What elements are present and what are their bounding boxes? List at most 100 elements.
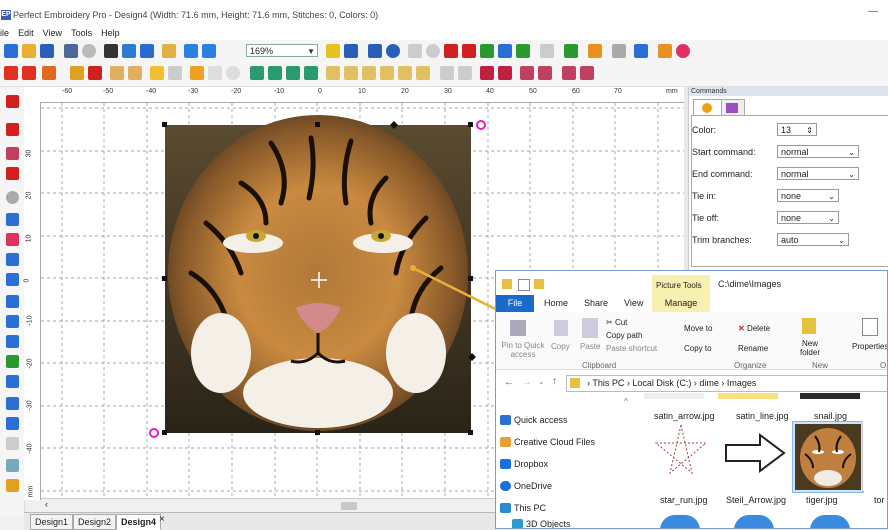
menu-tools[interactable]: Tools [71, 26, 92, 40]
file-name[interactable]: star_run.jpg [660, 495, 708, 505]
file-thumb[interactable] [862, 421, 887, 491]
pin-icon[interactable] [510, 320, 526, 336]
info-icon[interactable] [386, 44, 400, 58]
align-2-icon[interactable] [344, 66, 358, 80]
pencil-icon[interactable] [498, 44, 512, 58]
align-icon[interactable] [326, 66, 340, 80]
zigzag-icon[interactable] [408, 44, 422, 58]
forward-arrow-icon[interactable]: → [522, 377, 532, 388]
menu-edit[interactable]: Edit [18, 26, 34, 40]
paste-shortcut-button[interactable]: Paste shortcut [606, 344, 657, 353]
file-name[interactable]: satin_arrow.jpg [654, 411, 715, 421]
preview-icon[interactable] [82, 44, 96, 58]
monogram-icon[interactable] [22, 66, 36, 80]
flip-icon[interactable] [268, 66, 282, 80]
close-tab-icon[interactable]: × [159, 514, 165, 525]
end-command-select[interactable]: normal ⌄ [777, 167, 859, 180]
star-run-thumbnail[interactable] [648, 421, 714, 485]
tie-off-select[interactable]: none ⌄ [777, 211, 839, 224]
hand-icon[interactable] [6, 213, 19, 226]
angle-icon[interactable] [6, 375, 19, 388]
green-tool-icon[interactable] [6, 355, 19, 368]
new-folder-icon[interactable] [534, 279, 544, 289]
nav-onedrive[interactable]: OneDrive [514, 481, 552, 491]
fill-tool-icon[interactable] [6, 295, 19, 308]
file-thumb[interactable] [800, 393, 860, 399]
crumb-dime[interactable]: dime [699, 378, 719, 388]
paste-special-icon[interactable] [162, 44, 176, 58]
tab-share[interactable]: Share [584, 295, 608, 312]
palette-icon[interactable] [658, 44, 672, 58]
tab-file[interactable]: File [496, 295, 534, 312]
measure-icon[interactable] [6, 397, 19, 410]
scroll-left-icon[interactable]: ‹ [45, 499, 48, 509]
frame-icon[interactable] [150, 66, 164, 80]
circle-icon[interactable] [226, 66, 240, 80]
tab-palette[interactable] [721, 99, 745, 116]
ie-icon[interactable] [660, 515, 700, 528]
horizontal-scrollbar[interactable]: ‹ [41, 498, 496, 513]
pattern-icon[interactable] [208, 66, 222, 80]
shape-icon[interactable] [42, 66, 56, 80]
order-4-icon[interactable] [580, 66, 594, 80]
zoom-select[interactable]: 169% ▼ [246, 44, 318, 57]
tab-design2[interactable]: Design2 [73, 514, 117, 530]
tab-view[interactable]: View [624, 295, 643, 312]
align-4-icon[interactable] [380, 66, 394, 80]
crop-icon[interactable] [168, 66, 182, 80]
rotate-2-icon[interactable] [304, 66, 318, 80]
align-5-icon[interactable] [398, 66, 412, 80]
order-icon[interactable] [520, 66, 534, 80]
tab-commands[interactable] [693, 99, 723, 116]
menu-file[interactable]: ile [0, 26, 9, 40]
group-icon[interactable] [480, 66, 494, 80]
spinner-icon[interactable]: ⇕ [806, 124, 813, 137]
trim-branches-select[interactable]: auto ⌄ [777, 233, 849, 246]
select-arrow-icon[interactable] [6, 95, 19, 108]
file-name[interactable]: snail.jpg [814, 411, 847, 421]
start-command-select[interactable]: normal ⌄ [777, 145, 859, 158]
image-tool-icon[interactable] [6, 459, 19, 472]
pin-to-quick-access-button[interactable]: Pin to Quick access [500, 341, 546, 359]
order-2-icon[interactable] [538, 66, 552, 80]
flower-icon[interactable] [462, 44, 476, 58]
open-folder-icon[interactable] [22, 44, 36, 58]
mirror-icon[interactable] [250, 66, 264, 80]
lock-icon[interactable] [344, 44, 358, 58]
copy-icon[interactable] [122, 44, 136, 58]
order-3-icon[interactable] [562, 66, 576, 80]
file-name[interactable]: Steil_Arrow.jpg [726, 495, 786, 505]
nav-quick-access[interactable]: Quick access [514, 415, 568, 425]
stitch-icon[interactable] [6, 167, 19, 180]
distribute-2-icon[interactable] [458, 66, 472, 80]
properties-button[interactable]: Properties [852, 342, 887, 351]
align-3-icon[interactable] [362, 66, 376, 80]
star-icon[interactable] [634, 44, 648, 58]
color-field[interactable]: 13 ⇕ [777, 123, 817, 136]
cut-button[interactable]: ✂ Cut [606, 318, 627, 327]
color-wheel-icon[interactable] [676, 44, 690, 58]
tab-design4[interactable]: Design4 [116, 514, 162, 530]
rotate-handle[interactable] [476, 120, 486, 130]
rename-button[interactable]: Rename [738, 344, 768, 353]
red-cross-icon[interactable] [88, 66, 102, 80]
ie-icon[interactable] [734, 515, 774, 528]
knife-icon[interactable] [6, 147, 19, 160]
file-thumb[interactable] [644, 393, 704, 399]
shape-tool-icon[interactable] [6, 273, 19, 286]
pen-2-icon[interactable] [6, 253, 19, 266]
needle-icon[interactable] [326, 44, 340, 58]
rotate-handle[interactable] [149, 428, 159, 438]
steil-arrow-thumbnail[interactable] [722, 431, 788, 475]
text-icon[interactable] [4, 66, 18, 80]
menu-view[interactable]: View [43, 26, 62, 40]
zoom-icon[interactable] [6, 191, 19, 204]
ruler-tool-icon[interactable] [6, 437, 19, 450]
properties-check-icon[interactable] [518, 279, 530, 291]
paste-icon[interactable] [582, 318, 598, 338]
edit-arrow-icon[interactable] [6, 123, 19, 136]
file-name[interactable]: tor [874, 495, 885, 505]
recent-chevron-icon[interactable]: ⌄ [538, 377, 545, 386]
minimize-button[interactable]: — [868, 6, 878, 17]
tab-manage[interactable]: Manage [652, 295, 710, 312]
